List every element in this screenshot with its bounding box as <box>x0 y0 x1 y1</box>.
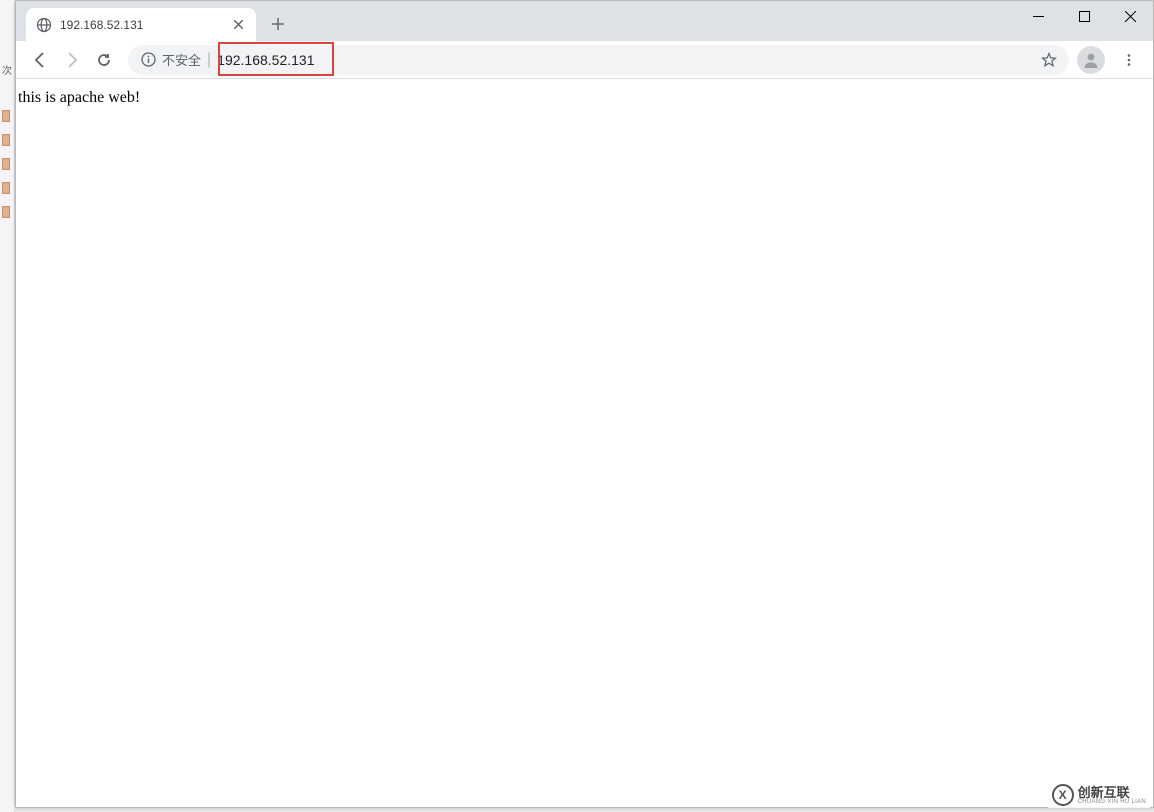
page-body-text: this is apache web! <box>18 89 140 106</box>
maximize-button[interactable] <box>1061 1 1107 31</box>
back-button[interactable] <box>24 44 56 76</box>
page-content: this is apache web! <box>16 79 1153 807</box>
tab-title: 192.168.52.131 <box>60 18 230 32</box>
external-sidebar-label: 次 <box>2 62 12 77</box>
close-window-button[interactable] <box>1107 1 1153 31</box>
browser-tab[interactable]: 192.168.52.131 <box>26 8 256 41</box>
toolbar: 不安全 | 192.168.52.131 <box>16 41 1153 79</box>
watermark-main: 创新互联 <box>1078 786 1146 799</box>
globe-icon <box>36 17 52 33</box>
forward-button[interactable] <box>56 44 88 76</box>
external-sidebar-item <box>2 158 10 170</box>
external-sidebar: 次 <box>0 0 15 812</box>
menu-button[interactable] <box>1113 44 1145 76</box>
url-text: 192.168.52.131 <box>217 52 1041 68</box>
window-controls <box>1015 1 1153 31</box>
bookmark-star-icon[interactable] <box>1041 52 1057 68</box>
watermark-sub: CHUANG XIN HU LIAN <box>1078 799 1146 805</box>
external-sidebar-item <box>2 206 10 218</box>
watermark-logo-icon: X <box>1052 784 1074 806</box>
new-tab-button[interactable] <box>264 10 292 38</box>
toolbar-right <box>1077 44 1145 76</box>
external-sidebar-item <box>2 182 10 194</box>
reload-button[interactable] <box>88 44 120 76</box>
external-sidebar-item <box>2 110 10 122</box>
watermark: X 创新互联 CHUANG XIN HU LIAN <box>1048 782 1150 808</box>
minimize-button[interactable] <box>1015 1 1061 31</box>
watermark-text: 创新互联 CHUANG XIN HU LIAN <box>1078 786 1146 805</box>
title-bar: 192.168.52.131 <box>16 1 1153 41</box>
close-tab-button[interactable] <box>230 17 246 33</box>
info-icon[interactable] <box>140 52 156 68</box>
external-sidebar-item <box>2 134 10 146</box>
separator: | <box>207 51 211 69</box>
security-label: 不安全 <box>162 50 201 69</box>
profile-avatar[interactable] <box>1077 46 1105 74</box>
address-bar[interactable]: 不安全 | 192.168.52.131 <box>128 45 1069 75</box>
browser-window: 192.168.52.131 <box>15 0 1154 808</box>
